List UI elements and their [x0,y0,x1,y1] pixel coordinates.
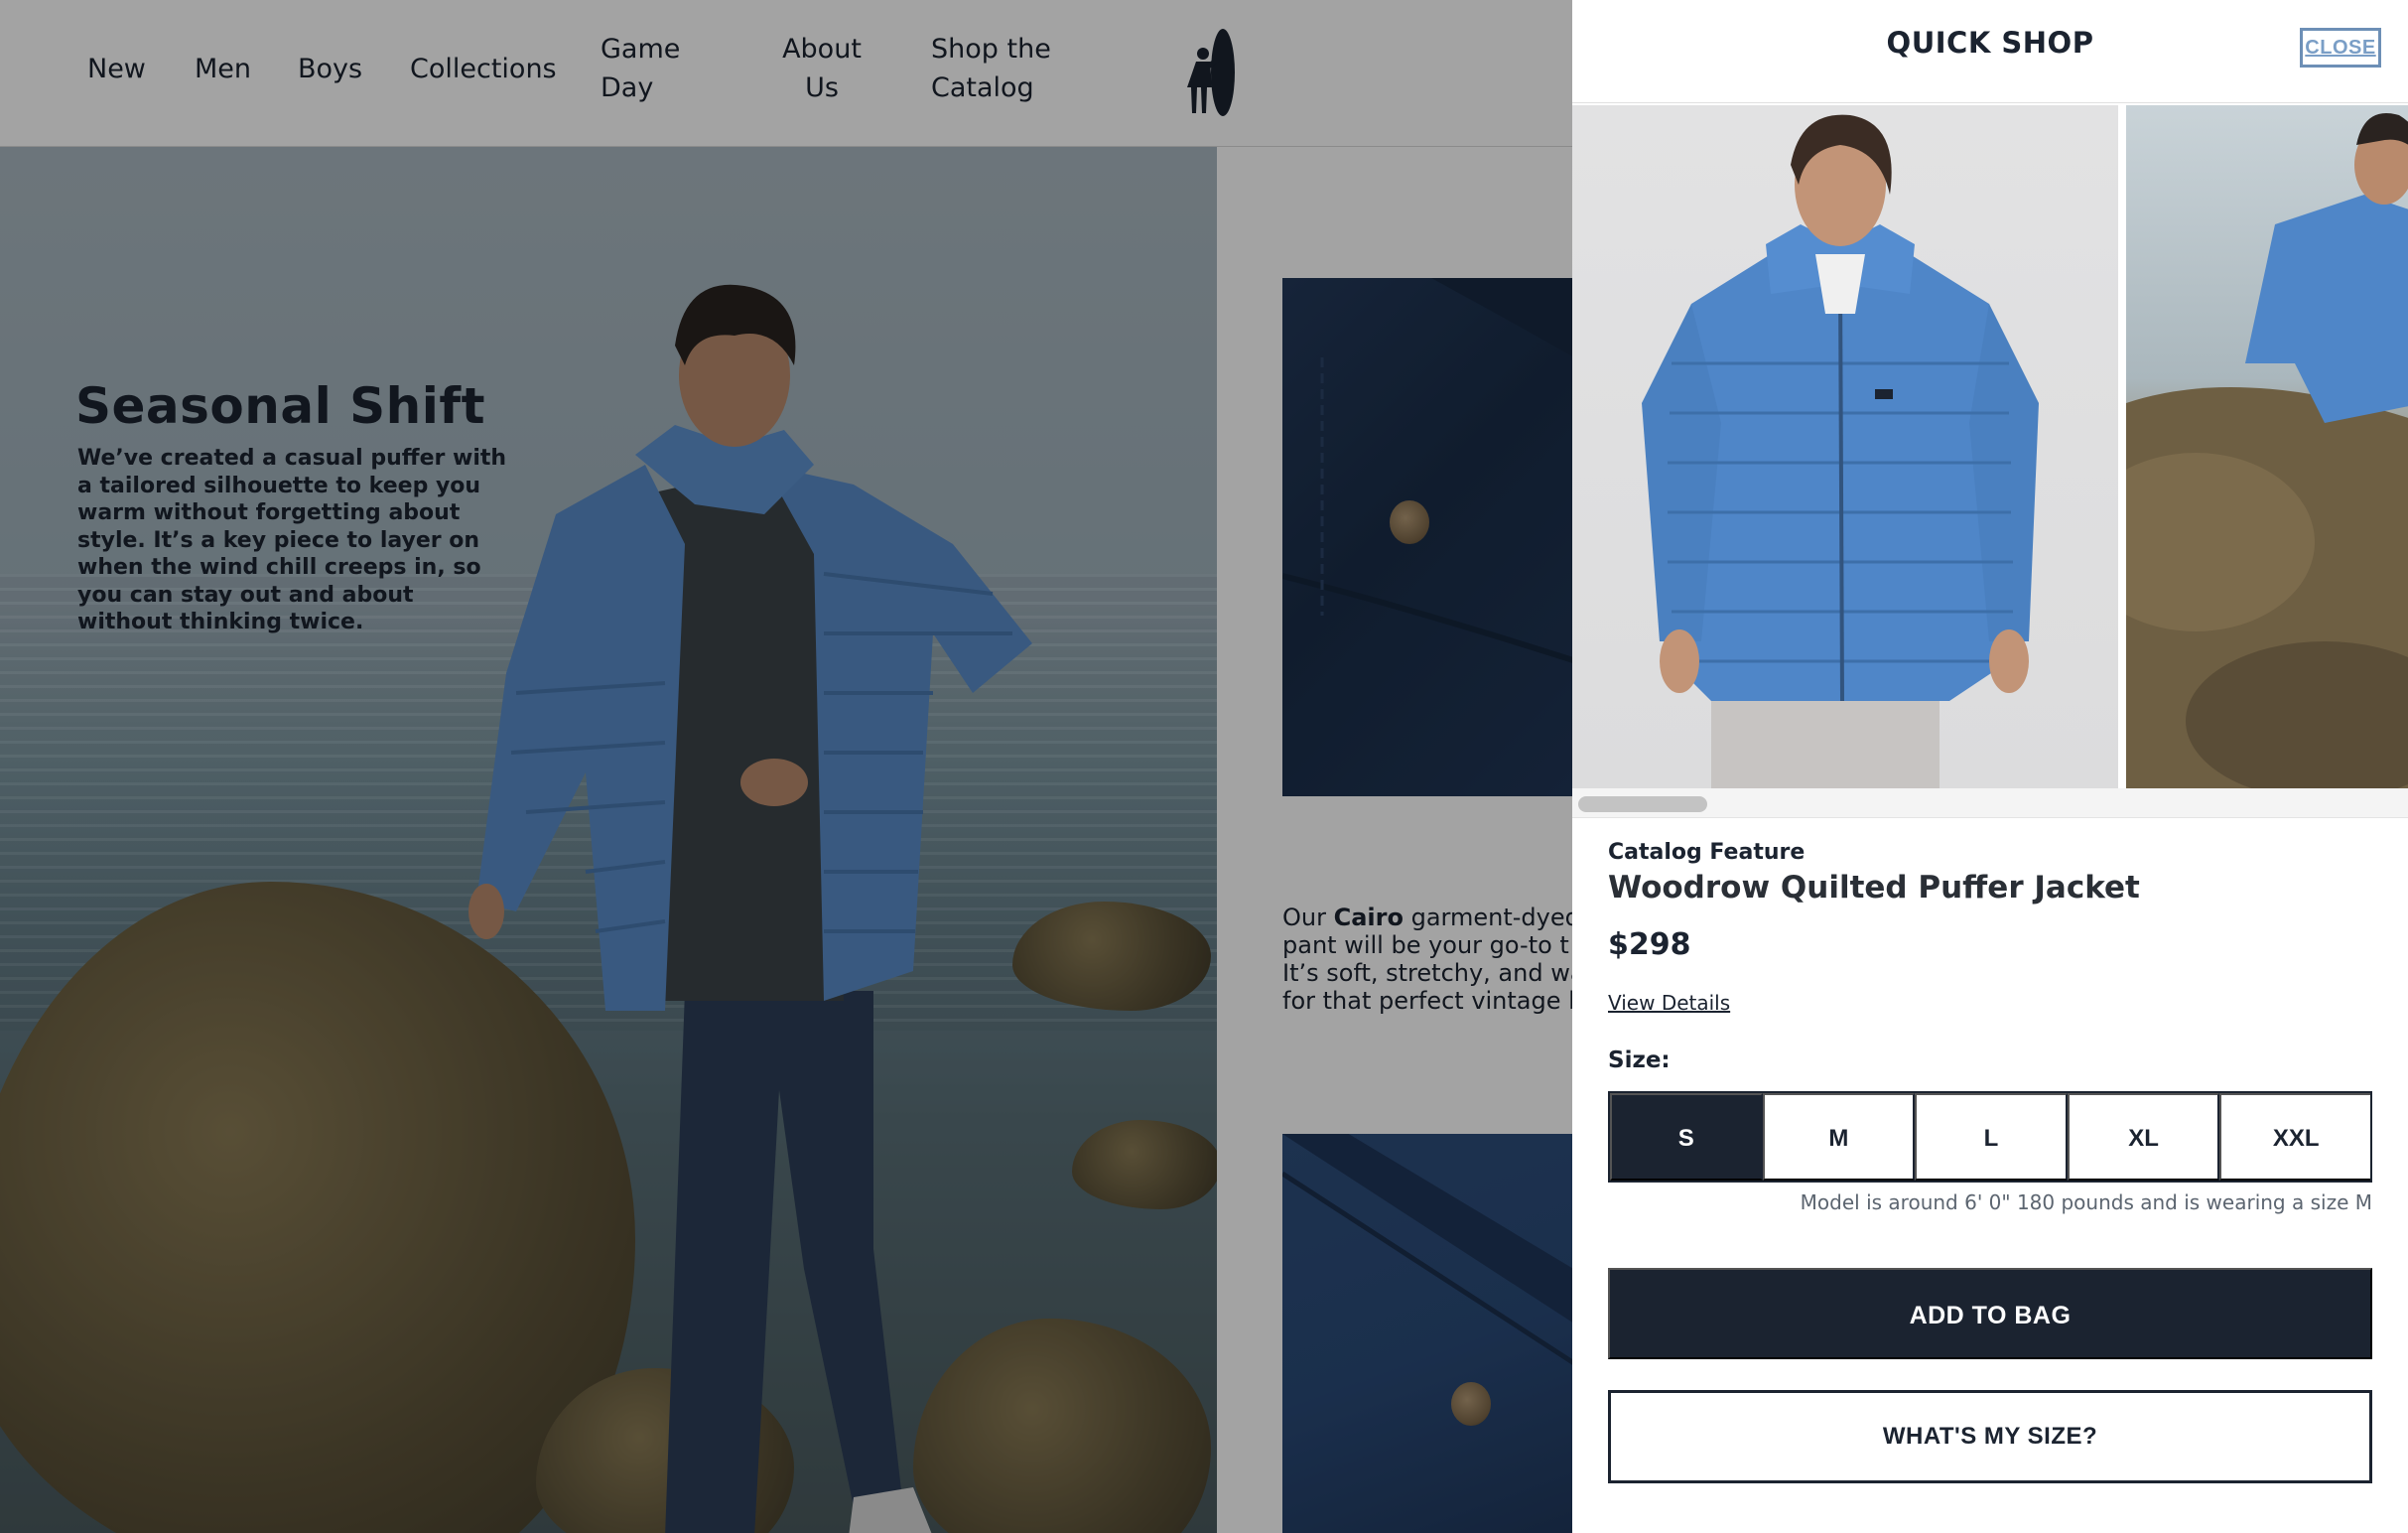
product-price: $298 [1608,927,1691,962]
modal-backdrop[interactable] [0,0,1572,1533]
product-image-gallery[interactable] [1572,103,2408,788]
size-option-m[interactable]: M [1762,1093,1916,1181]
close-button[interactable]: CLOSE [2300,28,2381,68]
gallery-scrollbar-thumb[interactable] [1578,796,1707,812]
product-image-front[interactable] [1572,105,2118,788]
jacket-lifestyle-photo [2126,113,2408,788]
view-details-link[interactable]: View Details [1608,991,1730,1015]
product-category: Catalog Feature [1608,840,1806,865]
size-option-l[interactable]: L [1915,1093,2068,1181]
size-option-s[interactable]: S [1610,1093,1763,1181]
whats-my-size-button[interactable]: WHAT'S MY SIZE? [1608,1390,2372,1483]
drawer-title: QUICK SHOP [1886,26,2094,60]
product-name: Woodrow Quilted Puffer Jacket [1608,870,2140,906]
quick-shop-drawer: QUICK SHOP CLOSE Catalog Feature Woodrow… [1572,0,2408,1533]
add-to-bag-button[interactable]: ADD TO BAG [1608,1268,2372,1359]
jacket-front-photo [1642,114,2039,788]
model-size-note: Model is around 6' 0" 180 pounds and is … [1800,1190,2372,1214]
gallery-scrollbar[interactable] [1572,788,2408,818]
product-image-lifestyle[interactable] [2126,105,2408,788]
size-label: Size: [1608,1047,1671,1073]
size-option-xl[interactable]: XL [2067,1093,2220,1181]
drawer-header: QUICK SHOP CLOSE [1572,0,2408,103]
size-option-xxl[interactable]: XXL [2219,1093,2370,1181]
size-selector: S M L XL XXL [1608,1091,2372,1183]
